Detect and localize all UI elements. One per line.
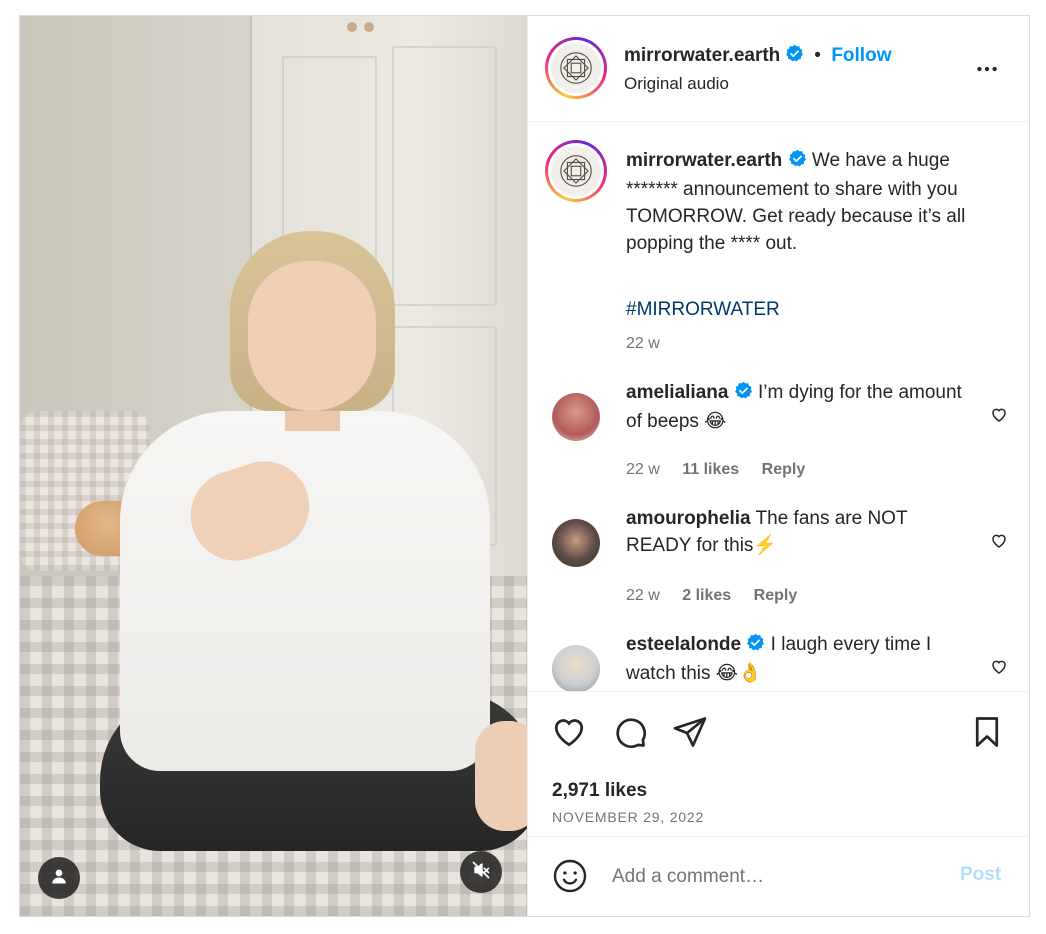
verified-badge-icon	[785, 44, 804, 68]
caption-text-block: mirrorwater.earth We have a huge *******…	[626, 147, 996, 257]
heart-icon	[990, 660, 1008, 680]
post-side-panel: mirrorwater.earth • Follow Original audi…	[527, 16, 1031, 916]
emoji-icon	[552, 859, 588, 898]
author-username[interactable]: mirrorwater.earth	[624, 45, 780, 66]
brand-logo-icon	[551, 146, 601, 196]
post-video[interactable]	[20, 16, 527, 916]
comment-text-block: amourophelia The fans are NOT READY for …	[626, 505, 976, 559]
save-button[interactable]	[969, 714, 1005, 755]
share-button[interactable]	[672, 714, 708, 755]
bookmark-icon	[969, 717, 1005, 754]
add-comment-bar: Post	[528, 838, 1031, 916]
comment-meta: 22 w 2 likes Reply	[626, 587, 797, 605]
comment-likes[interactable]: 2 likes	[682, 587, 731, 604]
post-date[interactable]: NOVEMBER 29, 2022	[552, 809, 704, 825]
comment-username[interactable]: amourophelia	[626, 508, 751, 529]
comment-likes[interactable]: 11 likes	[682, 461, 739, 478]
heart-icon	[551, 719, 587, 754]
caption-age: 22 w	[626, 335, 660, 352]
author-avatar[interactable]	[545, 37, 607, 99]
send-icon	[672, 717, 708, 754]
caption-avatar[interactable]	[545, 140, 607, 202]
comment-like-button[interactable]	[990, 532, 1008, 555]
brand-logo-icon	[551, 43, 601, 93]
tagged-users-button[interactable]	[38, 857, 80, 899]
heart-icon	[990, 408, 1008, 428]
comment-icon	[612, 718, 648, 754]
follow-button[interactable]: Follow	[831, 45, 891, 66]
caption-hashtag[interactable]: #MIRRORWATER	[626, 299, 780, 321]
likes-count[interactable]: 2,971 likes	[552, 780, 647, 802]
comment-username[interactable]: amelialiana	[626, 382, 728, 403]
heart-icon	[990, 534, 1008, 554]
comment-username[interactable]: esteelalonde	[626, 634, 741, 655]
like-button[interactable]	[551, 714, 587, 755]
avatar[interactable]	[552, 519, 600, 567]
audio-link[interactable]: Original audio	[624, 74, 729, 94]
post-actions: 2,971 likes NOVEMBER 29, 2022	[528, 691, 1031, 837]
comment-input[interactable]	[612, 866, 942, 888]
comments-list[interactable]: mirrorwater.earth We have a huge *******…	[528, 123, 1031, 691]
more-horizontal-icon[interactable]	[974, 56, 1000, 87]
speaker-muted-icon	[471, 860, 491, 885]
post-comment-button[interactable]: Post	[960, 864, 1001, 886]
emoji-button[interactable]	[552, 858, 588, 899]
reply-button[interactable]: Reply	[754, 587, 798, 604]
comment-like-button[interactable]	[990, 658, 1008, 681]
avatar[interactable]	[552, 645, 600, 691]
comment-age: 22 w	[626, 587, 660, 604]
user-icon	[50, 867, 68, 890]
post-header: mirrorwater.earth • Follow Original audi…	[528, 16, 1031, 122]
post-card: mirrorwater.earth • Follow Original audi…	[19, 15, 1031, 917]
comment-text-block: amelialiana I’m dying for the amount of …	[626, 379, 976, 435]
verified-badge-icon	[746, 633, 765, 660]
comment-text-block: esteelalonde I laugh every time I watch …	[626, 631, 976, 687]
video-person	[80, 221, 527, 916]
verified-badge-icon	[734, 381, 753, 408]
comment-age: 22 w	[626, 461, 660, 478]
comment-button[interactable]	[612, 714, 648, 755]
verified-badge-icon	[788, 149, 807, 176]
comment-meta: 22 w 11 likes Reply	[626, 461, 805, 479]
mute-button[interactable]	[460, 851, 502, 893]
comment-like-button[interactable]	[990, 406, 1008, 429]
caption-username[interactable]: mirrorwater.earth	[626, 150, 782, 171]
reply-button[interactable]: Reply	[762, 461, 806, 478]
header-separator: •	[814, 45, 821, 66]
avatar[interactable]	[552, 393, 600, 441]
